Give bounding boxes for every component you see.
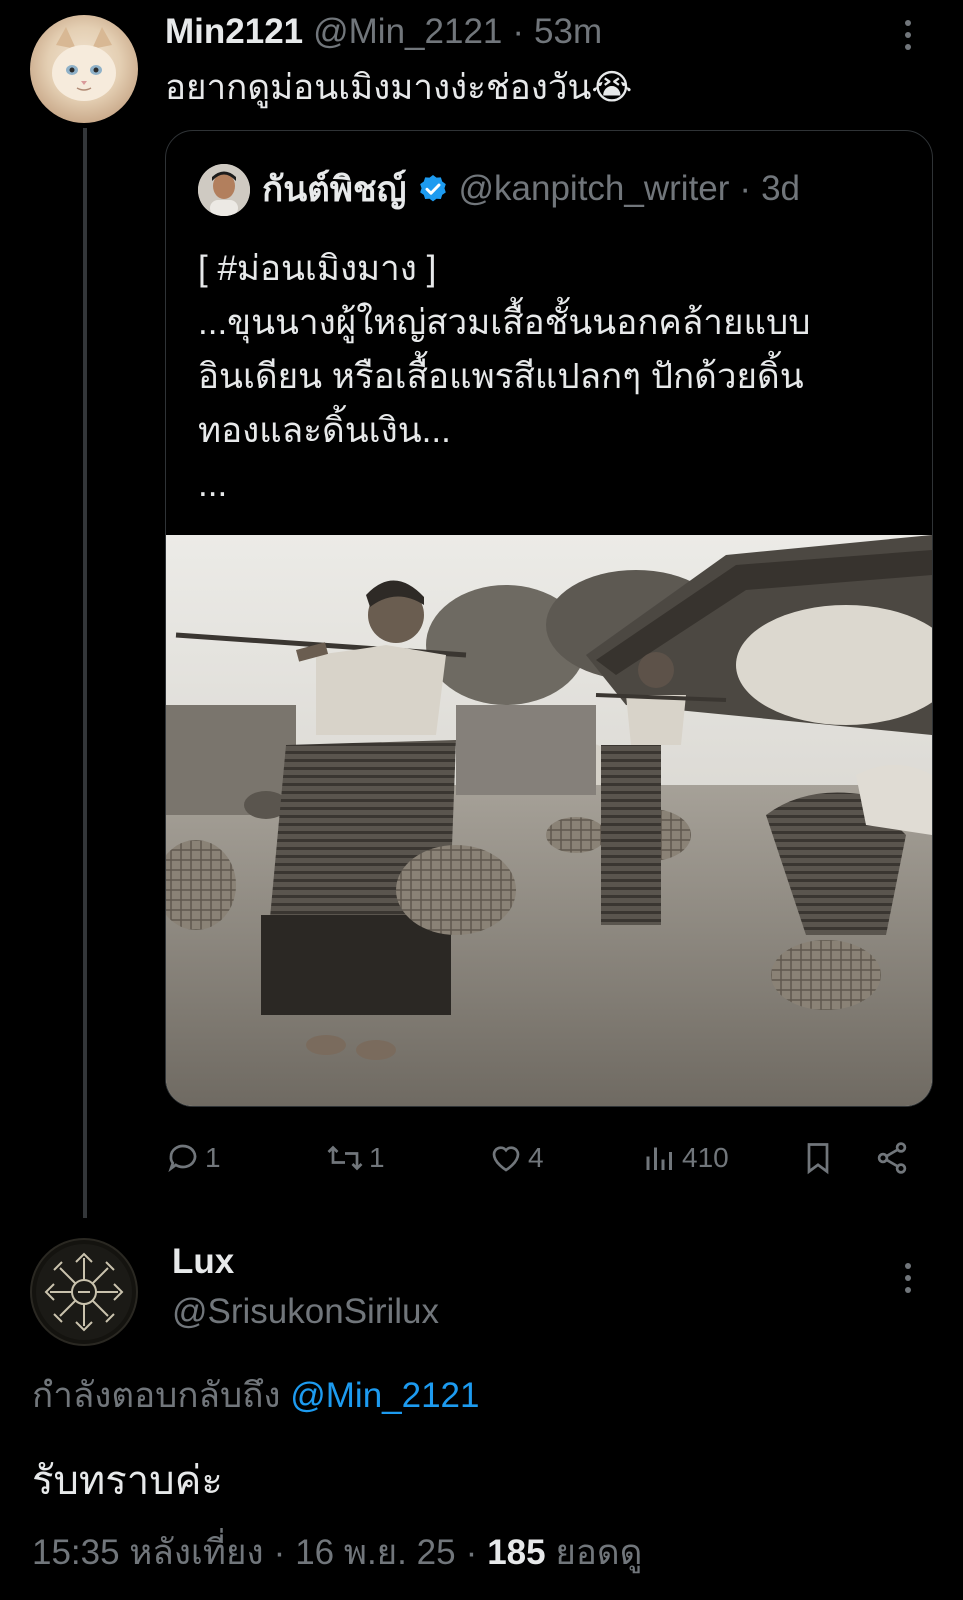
tweet-header: Min2121 @Min_2121 · 53m	[165, 12, 602, 56]
quoted-text-line: ทองและดิ้นเงิน...	[198, 411, 451, 450]
reply-count: 1	[205, 1142, 221, 1173]
like-icon	[492, 1146, 520, 1172]
reply-text: รับทราบค่ะ	[32, 1459, 223, 1503]
more-icon[interactable]	[905, 1263, 911, 1293]
avatar[interactable]	[30, 1238, 138, 1346]
quoted-text: [ #ม่อนเมิงมาง ] ...ขุนนางผู้ใหญ่สวมเสื้…	[198, 242, 810, 512]
tweet-media-image[interactable]	[166, 535, 932, 1106]
bookmark-button[interactable]	[800, 1140, 836, 1176]
separator-dot: ·	[465, 1533, 478, 1572]
bookmark-icon	[807, 1143, 829, 1175]
repost-icon	[327, 1145, 363, 1171]
tweet-date[interactable]: 16 พ.ย. 25	[295, 1528, 455, 1578]
reply-icon	[168, 1144, 197, 1173]
thread-line	[83, 128, 87, 1218]
quoted-time[interactable]: 3d	[761, 169, 800, 209]
cat-avatar-image	[52, 27, 116, 101]
quoted-author-handle[interactable]: @kanpitch_writer	[459, 169, 730, 209]
quoted-text-line: อินเดียน หรือเสื้อแพรสีแปลกๆ ปักด้วยดิ้น	[198, 357, 804, 396]
quoted-text-line: [ #ม่อนเมิงมาง ]	[198, 249, 437, 288]
views-stat[interactable]: 185 ยอดดู	[487, 1528, 642, 1578]
separator-dot: ·	[512, 12, 525, 51]
more-icon[interactable]	[905, 20, 911, 50]
repost-count: 1	[369, 1142, 385, 1173]
emblem-avatar-image	[36, 1244, 132, 1340]
views-count: 185	[487, 1533, 546, 1572]
view-count: 410	[682, 1142, 729, 1173]
quoted-header: กันต์พิชญ์ @kanpitch_writer · 3d	[262, 167, 800, 211]
views-button[interactable]: 410	[642, 1140, 729, 1176]
like-button[interactable]: 4	[488, 1140, 544, 1176]
replying-to-label: กำลังตอบกลับถึง	[32, 1376, 281, 1415]
reply-button[interactable]: 1	[165, 1140, 221, 1176]
repost-button[interactable]: 1	[325, 1140, 385, 1176]
share-icon	[877, 1142, 907, 1174]
share-button[interactable]	[874, 1140, 910, 1176]
tweet-timestamp[interactable]: 15:35 หลังเที่ยง	[32, 1528, 264, 1578]
avatar[interactable]	[198, 164, 250, 216]
quoted-tweet-card[interactable]: กันต์พิชญ์ @kanpitch_writer · 3d [ #ม่อน…	[165, 130, 933, 1107]
replying-to: กำลังตอบกลับถึง @Min_2121	[32, 1373, 480, 1419]
separator-dot: ·	[273, 1533, 286, 1572]
like-count: 4	[528, 1142, 544, 1173]
views-label: ยอดดู	[555, 1533, 643, 1572]
quoted-author-name[interactable]: กันต์พิชญ์	[262, 162, 407, 217]
views-icon	[646, 1147, 672, 1170]
author-name[interactable]: Min2121	[165, 12, 303, 52]
quoted-text-line: ...ขุนนางผู้ใหญ่สวมเสื้อชั้นนอกคล้ายแบบ	[198, 303, 811, 342]
tweet-meta: 15:35 หลังเที่ยง · 16 พ.ย. 25 · 185 ยอดด…	[32, 1528, 642, 1578]
quoted-text-line: ...	[198, 465, 228, 504]
reply-author-handle[interactable]: @SrisukonSirilux	[172, 1290, 439, 1334]
author-handle[interactable]: @Min_2121	[313, 12, 502, 52]
person-avatar-image	[198, 164, 250, 216]
tweet-text: อยากดูม่อนเมิงมางง่ะช่องวัน😭	[165, 68, 633, 107]
market-photo	[166, 535, 932, 1106]
verified-badge-icon	[419, 175, 446, 202]
reply-author-name[interactable]: Lux	[172, 1240, 234, 1284]
separator-dot: ·	[739, 169, 752, 208]
replying-to-handle[interactable]: @Min_2121	[290, 1376, 479, 1415]
avatar[interactable]	[30, 15, 138, 123]
tweet-time[interactable]: 53m	[534, 12, 602, 52]
